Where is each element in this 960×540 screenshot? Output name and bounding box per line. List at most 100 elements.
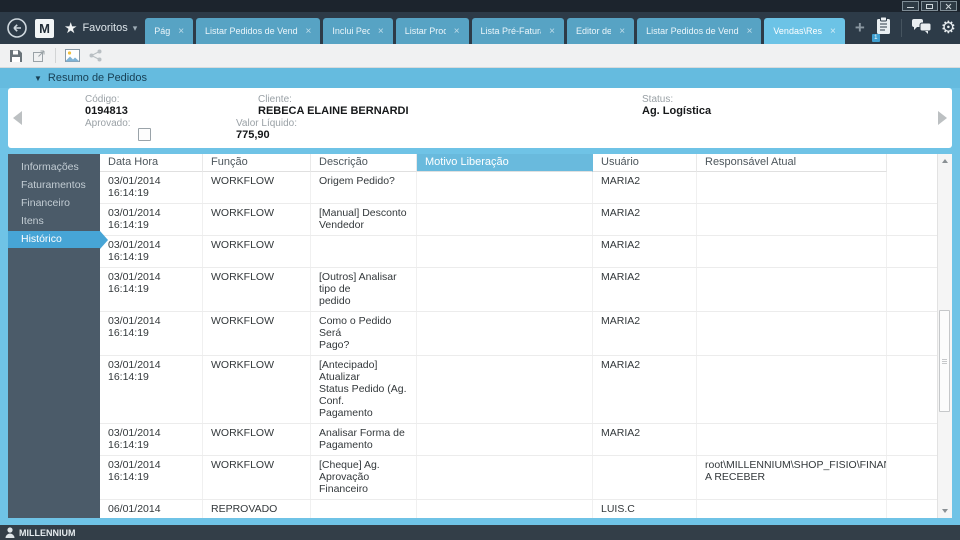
tab-close-icon[interactable]: × — [378, 26, 384, 37]
codigo-value: 0194813 — [85, 105, 128, 117]
favorites-menu[interactable]: ★ Favoritos ▾ — [64, 21, 137, 36]
sidebar-item[interactable]: Financeiro — [8, 195, 100, 212]
scroll-down-button[interactable] — [938, 504, 952, 518]
column-header[interactable]: Motivo Liberação — [417, 154, 593, 172]
chat-button[interactable] — [911, 18, 932, 39]
column-header[interactable]: Data Hora — [100, 154, 203, 172]
user-icon — [5, 527, 15, 538]
table-row[interactable]: 03/01/2014 16:14:19 WORKFLOW [Manual] De… — [100, 204, 952, 236]
tab-strip: Pági... × Listar Pedidos de Venda e Lis.… — [145, 18, 845, 44]
column-header-label: Motivo Liberação — [425, 156, 509, 168]
chevron-down-icon: ▾ — [132, 22, 138, 33]
cell-motivo — [417, 356, 593, 423]
minimize-button[interactable] — [902, 1, 919, 11]
scroll-up-button[interactable] — [938, 154, 952, 168]
cell-data-hora: 03/01/2014 16:14:19 — [100, 312, 203, 355]
sidebar-item-label: Histórico — [21, 233, 62, 245]
table-row[interactable]: 03/01/2014 16:14:19 WORKFLOW Analisar Fo… — [100, 424, 952, 456]
cell-data-hora: 03/01/2014 16:14:19 — [100, 204, 203, 235]
tab[interactable]: Editor de d... × — [567, 18, 635, 44]
sidebar-item[interactable]: Faturamentos — [8, 177, 100, 194]
share-button[interactable] — [89, 49, 102, 62]
tab[interactable]: Listar Pedidos de Venda e Lis... × — [637, 18, 762, 44]
image-icon — [65, 49, 80, 62]
sidebar-item[interactable]: Itens — [8, 213, 100, 230]
cell-data-hora: 03/01/2014 16:14:19 — [100, 356, 203, 423]
next-record-arrow[interactable] — [938, 111, 947, 125]
tab-label: Listar Produt... — [404, 26, 446, 36]
sidebar-item[interactable]: Histórico — [8, 230, 108, 249]
back-button[interactable] — [6, 17, 28, 39]
valor-liquido-label: Valor Líquido: — [236, 118, 297, 129]
column-header[interactable]: Usuário — [593, 154, 697, 172]
summary-section-header[interactable]: ▼ Resumo de Pedidos — [0, 68, 960, 88]
maximize-icon — [926, 4, 933, 9]
tasks-button[interactable]: 1 — [871, 16, 892, 42]
cell-motivo — [417, 312, 593, 355]
cell-motivo — [417, 424, 593, 455]
cell-data-hora: 03/01/2014 16:14:19 — [100, 172, 203, 203]
table-row[interactable]: 03/01/2014 16:14:19 WORKFLOW Origem Pedi… — [100, 172, 952, 204]
cell-data-hora: 03/01/2014 16:14:19 — [100, 236, 203, 267]
table-row[interactable]: 03/01/2014 16:14:19 WORKFLOW MARIA2 — [100, 236, 952, 268]
tab-close-icon[interactable]: × — [619, 26, 625, 37]
export-button[interactable] — [32, 49, 46, 63]
column-header-label: Data Hora — [108, 156, 159, 168]
new-tab-button[interactable]: + — [855, 18, 865, 38]
codigo-label: Código: — [85, 94, 120, 105]
cell-motivo — [417, 500, 593, 518]
maximize-button[interactable] — [921, 1, 938, 11]
star-icon: ★ — [64, 19, 78, 37]
cell-motivo — [417, 204, 593, 235]
table-row[interactable]: 03/01/2014 16:14:19 WORKFLOW Como o Pedi… — [100, 312, 952, 356]
tab-close-icon[interactable]: × — [454, 26, 460, 37]
tab[interactable]: Listar Produt... × — [395, 18, 469, 44]
save-button[interactable] — [9, 49, 23, 63]
tab-close-icon[interactable]: × — [306, 26, 312, 37]
tab[interactable]: Listar Pedidos de Venda e Lis... × — [196, 18, 321, 44]
tab-close-icon[interactable]: × — [830, 26, 836, 37]
notification-badge: 1 — [871, 34, 880, 42]
tab[interactable]: Pági... × — [145, 18, 194, 44]
gear-icon: ⚙ — [940, 17, 956, 38]
chat-bubbles-icon — [911, 18, 932, 34]
app-logo[interactable]: M — [35, 18, 54, 38]
column-header[interactable]: Descrição — [311, 154, 417, 172]
cell-descricao: Origem Pedido? — [311, 172, 417, 203]
cell-data-hora: 03/01/2014 16:14:19 — [100, 424, 203, 455]
cell-data-hora: 03/01/2014 16:14:19 — [100, 268, 203, 311]
column-header[interactable]: Função — [203, 154, 311, 172]
scrollbar-thumb[interactable] — [939, 310, 950, 412]
previous-record-arrow[interactable] — [13, 111, 22, 125]
table-row[interactable]: 03/01/2014 16:14:19 WORKFLOW [Antecipado… — [100, 356, 952, 424]
table-row[interactable]: 06/01/2014 REPROVADO LUIS.C — [100, 500, 952, 518]
tab-close-icon[interactable]: × — [747, 26, 753, 37]
window-titlebar — [0, 0, 960, 12]
aprovado-checkbox[interactable] — [138, 128, 151, 141]
settings-button[interactable]: ⚙ — [940, 17, 956, 38]
table-row[interactable]: 03/01/2014 16:14:19 WORKFLOW [Outros] An… — [100, 268, 952, 312]
tab-close-icon[interactable]: × — [178, 26, 184, 37]
sidebar-item-label: Informações — [21, 161, 79, 173]
back-arrow-icon — [7, 18, 27, 38]
triangle-up-icon — [942, 159, 948, 163]
tab[interactable]: Vendas\Resum... × — [764, 18, 845, 44]
vertical-scrollbar[interactable] — [937, 154, 952, 518]
table-row[interactable]: 03/01/2014 16:14:19 WORKFLOW [Cheque] Ag… — [100, 456, 952, 500]
cliente-label: Cliente: — [258, 94, 292, 105]
tab-label: Listar Pedidos de Venda e Lis... — [205, 26, 298, 36]
cell-responsavel — [697, 172, 887, 203]
column-header[interactable]: Responsável Atual — [697, 154, 887, 172]
close-button[interactable] — [940, 1, 957, 11]
save-icon — [10, 49, 22, 62]
image-button[interactable] — [65, 49, 80, 62]
table-header-row: Data Hora Função Descrição Motivo Libera… — [100, 154, 952, 172]
cell-responsavel — [697, 500, 887, 518]
cell-responsavel — [697, 268, 887, 311]
tab[interactable]: Inclui Pedid... × — [323, 18, 393, 44]
export-icon — [33, 50, 45, 62]
tab[interactable]: Lista Pré-Faturame... × — [471, 18, 564, 44]
sidebar-item[interactable]: Informações — [8, 159, 100, 176]
tray-divider — [900, 19, 902, 37]
tab-close-icon[interactable]: × — [549, 26, 555, 37]
